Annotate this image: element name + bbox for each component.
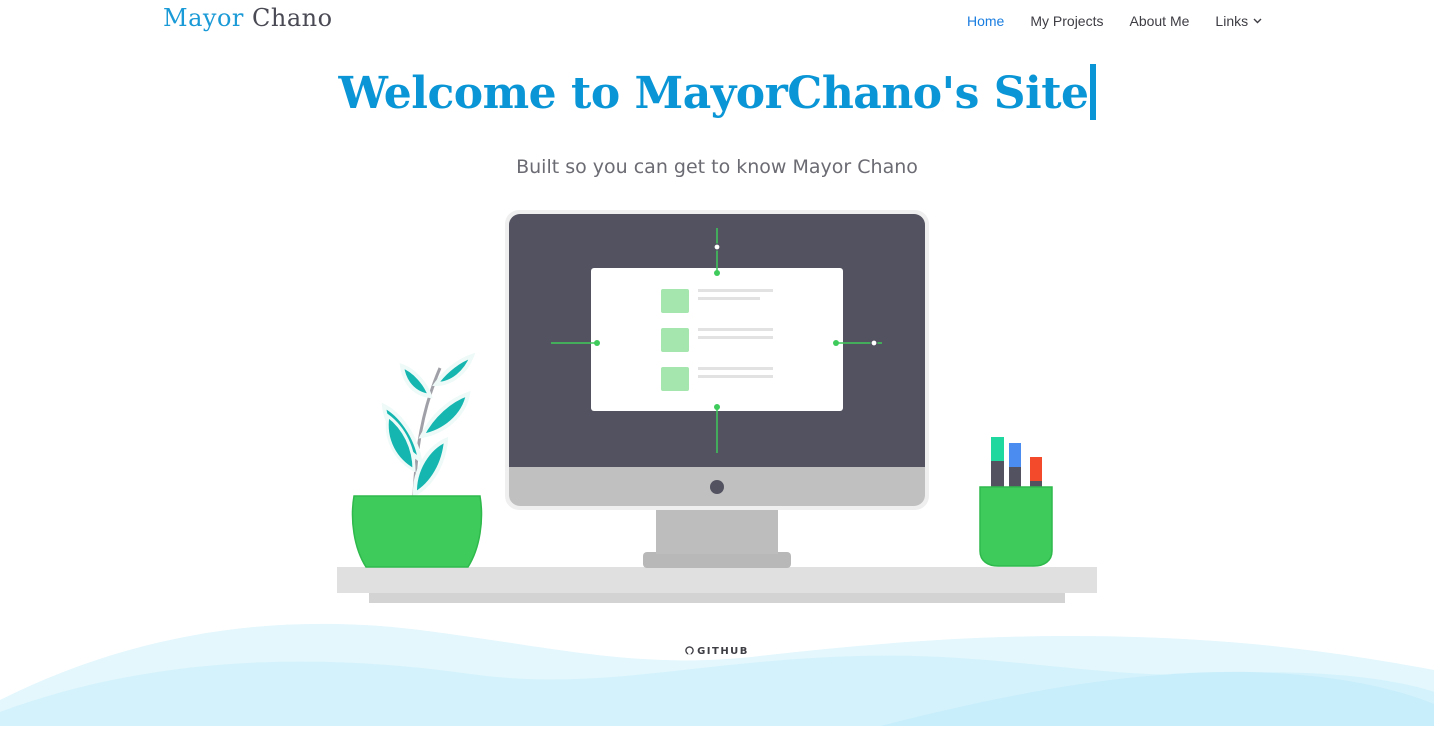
window-line [698,297,760,300]
monitor-power-button [710,480,724,494]
plant [381,352,476,498]
monitor-neck [656,506,778,554]
pen-cup [979,486,1053,567]
plant-pot [351,495,483,568]
monitor-base [643,552,791,568]
github-link[interactable]: GITHUB [0,646,1434,657]
desk-illustration [337,210,1097,603]
window-line [698,367,773,370]
marker [1009,467,1021,489]
window-item-box [661,367,689,391]
guide-handle [714,404,720,410]
github-label: GITHUB [697,646,749,657]
desk-surface [337,567,1097,593]
guide-handle-open [713,243,721,251]
marker [1009,443,1021,469]
window-line [698,289,773,292]
guide-handle [594,340,600,346]
guide-handle-open [870,339,878,347]
guide-handle [714,270,720,276]
marker [1030,457,1042,483]
window-line [698,336,773,339]
marker [991,437,1004,463]
github-icon [685,646,694,655]
window-line [698,328,773,331]
desk-shadow [369,593,1065,603]
window-line [698,375,773,378]
marker [991,461,1004,489]
guide-handle [833,340,839,346]
window-item-box [661,289,689,313]
window-item-box [661,328,689,352]
